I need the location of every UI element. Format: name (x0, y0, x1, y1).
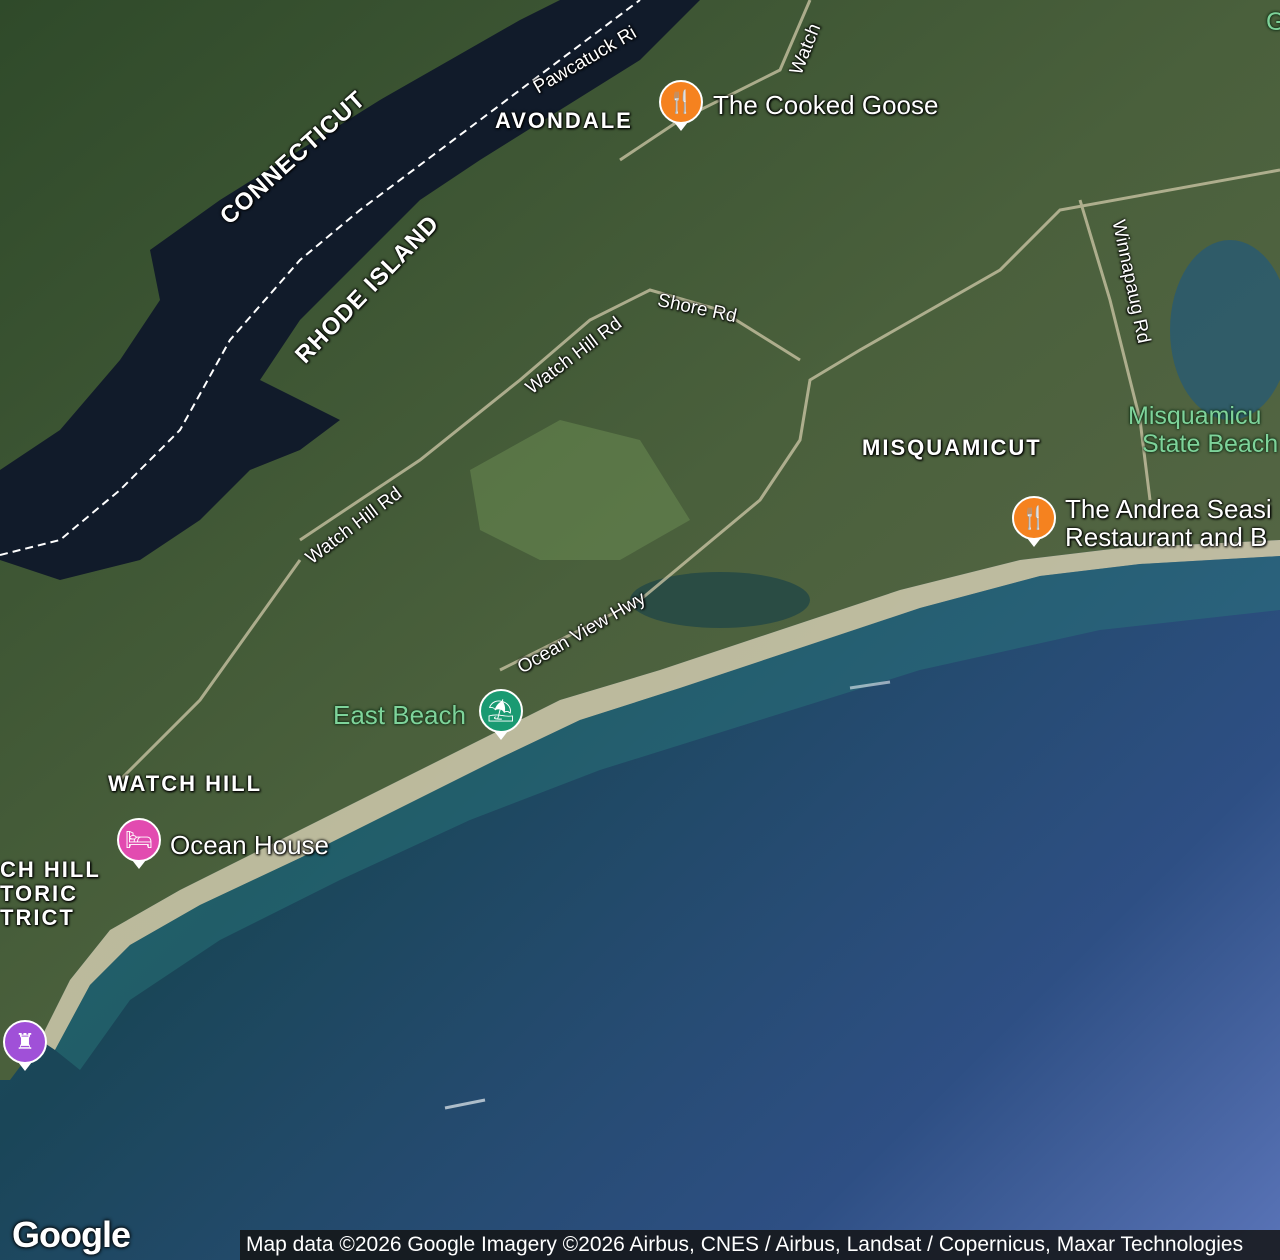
poi-label-andrea-line1: The Andrea Seasi (1065, 494, 1272, 524)
umbrella-icon: ⛱ (487, 698, 515, 723)
poi-label-east-beach[interactable]: East Beach (333, 700, 466, 731)
salt-pond (630, 572, 810, 628)
park-label-line2: State Beach (1142, 430, 1279, 458)
historic-district-line1: CH HILL (0, 857, 101, 882)
fork-knife-icon: 🍴 (667, 89, 695, 114)
satellite-map[interactable] (0, 0, 1280, 1260)
place-label-historic-district: CH HILL TORIC TRICT (0, 858, 101, 930)
restaurant-pin-cooked-goose[interactable]: 🍴 (659, 80, 703, 131)
place-label-watch-hill: WATCH HILL (108, 771, 263, 796)
park-label-corner: G (1266, 8, 1280, 36)
place-label-misquamicut: MISQUAMICUT (862, 435, 1042, 460)
bed-icon: 🛏 (125, 827, 153, 852)
poi-label-ocean-house[interactable]: Ocean House (170, 830, 329, 861)
landmark-pin[interactable]: ♜ (3, 1020, 47, 1071)
hotel-pin-ocean-house[interactable]: 🛏 (117, 818, 161, 869)
park-label-misquamicut-state-beach[interactable]: Misquamicu State Beach (1128, 402, 1278, 458)
poi-label-andrea-line2: Restaurant and B (1065, 522, 1268, 552)
place-label-avondale: AVONDALE (495, 108, 633, 133)
historic-district-line2: TORIC (0, 881, 79, 906)
poi-label-andrea[interactable]: The Andrea Seasi Restaurant and B (1065, 495, 1272, 551)
restaurant-pin-andrea[interactable]: 🍴 (1012, 496, 1056, 547)
map-attribution: Map data ©2026 Google Imagery ©2026 Airb… (240, 1230, 1280, 1260)
park-label-line1: Misquamicu (1128, 402, 1262, 430)
historic-district-line3: TRICT (0, 905, 75, 930)
fork-knife-icon: 🍴 (1020, 505, 1048, 530)
poi-label-cooked-goose[interactable]: The Cooked Goose (713, 90, 938, 121)
castle-icon: ♜ (15, 1029, 35, 1054)
beach-pin-east-beach[interactable]: ⛱ (479, 689, 523, 740)
google-logo: Google (12, 1214, 131, 1255)
